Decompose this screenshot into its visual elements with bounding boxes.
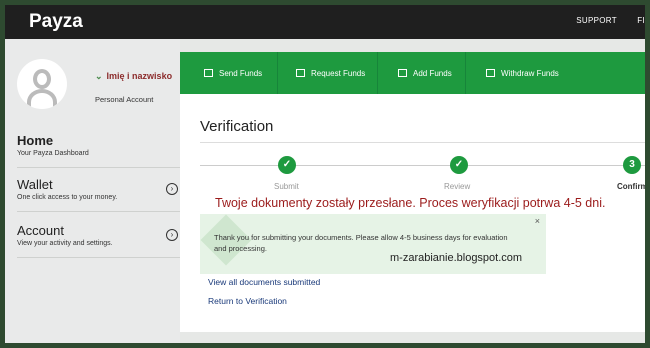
- payza-logo[interactable]: Payza: [29, 11, 83, 33]
- sidebar-item-sub: One click access to your money.: [17, 194, 118, 201]
- sidebar-item-sub: Your Payza Dashboard: [17, 150, 89, 157]
- step-review-check-icon: ✓: [450, 156, 468, 174]
- chevron-right-icon[interactable]: ›: [166, 183, 178, 195]
- alert-message: Thank you for submitting your documents.…: [214, 233, 508, 253]
- add-funds-button[interactable]: Add Funds: [378, 52, 466, 94]
- divider: [17, 167, 180, 168]
- support-link[interactable]: SUPPORT: [576, 16, 616, 25]
- divider: [17, 257, 180, 258]
- view-documents-link[interactable]: View all documents submitted: [208, 277, 320, 287]
- success-alert: Thank you for submitting your documents.…: [200, 214, 546, 274]
- action-bar: Send Funds Request Funds Add Funds Withd…: [180, 52, 645, 94]
- chevron-right-icon[interactable]: ›: [166, 229, 178, 241]
- avatar-head-icon: [33, 69, 51, 89]
- user-menu-toggle[interactable]: ⌄ Imię i nazwisko: [95, 71, 172, 82]
- sidebar-item-label: Account: [17, 223, 64, 238]
- chevron-down-icon: ⌄: [95, 71, 103, 81]
- divider: [17, 211, 180, 212]
- step-label-submit: Submit: [274, 182, 299, 191]
- avatar-body-icon: [27, 89, 57, 109]
- account-type: Personal Account: [95, 95, 154, 104]
- top-links: SUPPORT FI: [558, 16, 645, 25]
- main-content: Verification ✓ ✓ 3 Submit Review Confirm…: [180, 94, 645, 332]
- return-to-verification-link[interactable]: Return to Verification: [208, 296, 287, 306]
- withdraw-funds-button[interactable]: Withdraw Funds: [466, 52, 574, 94]
- avatar[interactable]: [17, 59, 67, 109]
- step-confirm-number: 3: [623, 156, 641, 174]
- overlay-caption: Twoje dokumenty zostały przesłane. Proce…: [215, 196, 606, 210]
- request-funds-button[interactable]: Request Funds: [278, 52, 378, 94]
- sidebar-item-home[interactable]: Home Your Payza Dashboard: [17, 133, 180, 157]
- withdraw-funds-icon: [486, 69, 495, 77]
- watermark: m-zarabianie.blogspot.com: [390, 252, 523, 264]
- fi-link[interactable]: FI: [637, 16, 645, 25]
- step-submit-check-icon: ✓: [278, 156, 296, 174]
- step-label-review: Review: [444, 182, 471, 191]
- request-funds-icon: [296, 69, 305, 77]
- sidebar-item-label: Home: [17, 133, 54, 148]
- user-name: Imię i nazwisko: [106, 71, 173, 81]
- sidebar-item-wallet[interactable]: Wallet One click access to your money. ›: [17, 177, 180, 201]
- sidebar-item-sub: View your activity and settings.: [17, 240, 113, 247]
- send-funds-button[interactable]: Send Funds: [180, 52, 278, 94]
- step-label-confirm: Confirm: [617, 182, 648, 191]
- close-icon[interactable]: ×: [535, 216, 540, 226]
- screenshot-frame: Payza SUPPORT FI ⌄ Imię i nazwisko Person…: [0, 0, 650, 348]
- sidebar-item-label: Wallet: [17, 177, 53, 192]
- sidebar-item-account[interactable]: Account View your activity and settings.…: [17, 223, 180, 247]
- sidebar: ⌄ Imię i nazwisko Personal Account Home Y…: [5, 39, 180, 343]
- add-funds-icon: [398, 69, 407, 77]
- progress-track: [200, 165, 645, 166]
- title-divider: [200, 142, 645, 143]
- send-funds-icon: [204, 69, 213, 77]
- page-title: Verification: [200, 118, 274, 135]
- top-bar: Payza SUPPORT FI: [5, 5, 645, 39]
